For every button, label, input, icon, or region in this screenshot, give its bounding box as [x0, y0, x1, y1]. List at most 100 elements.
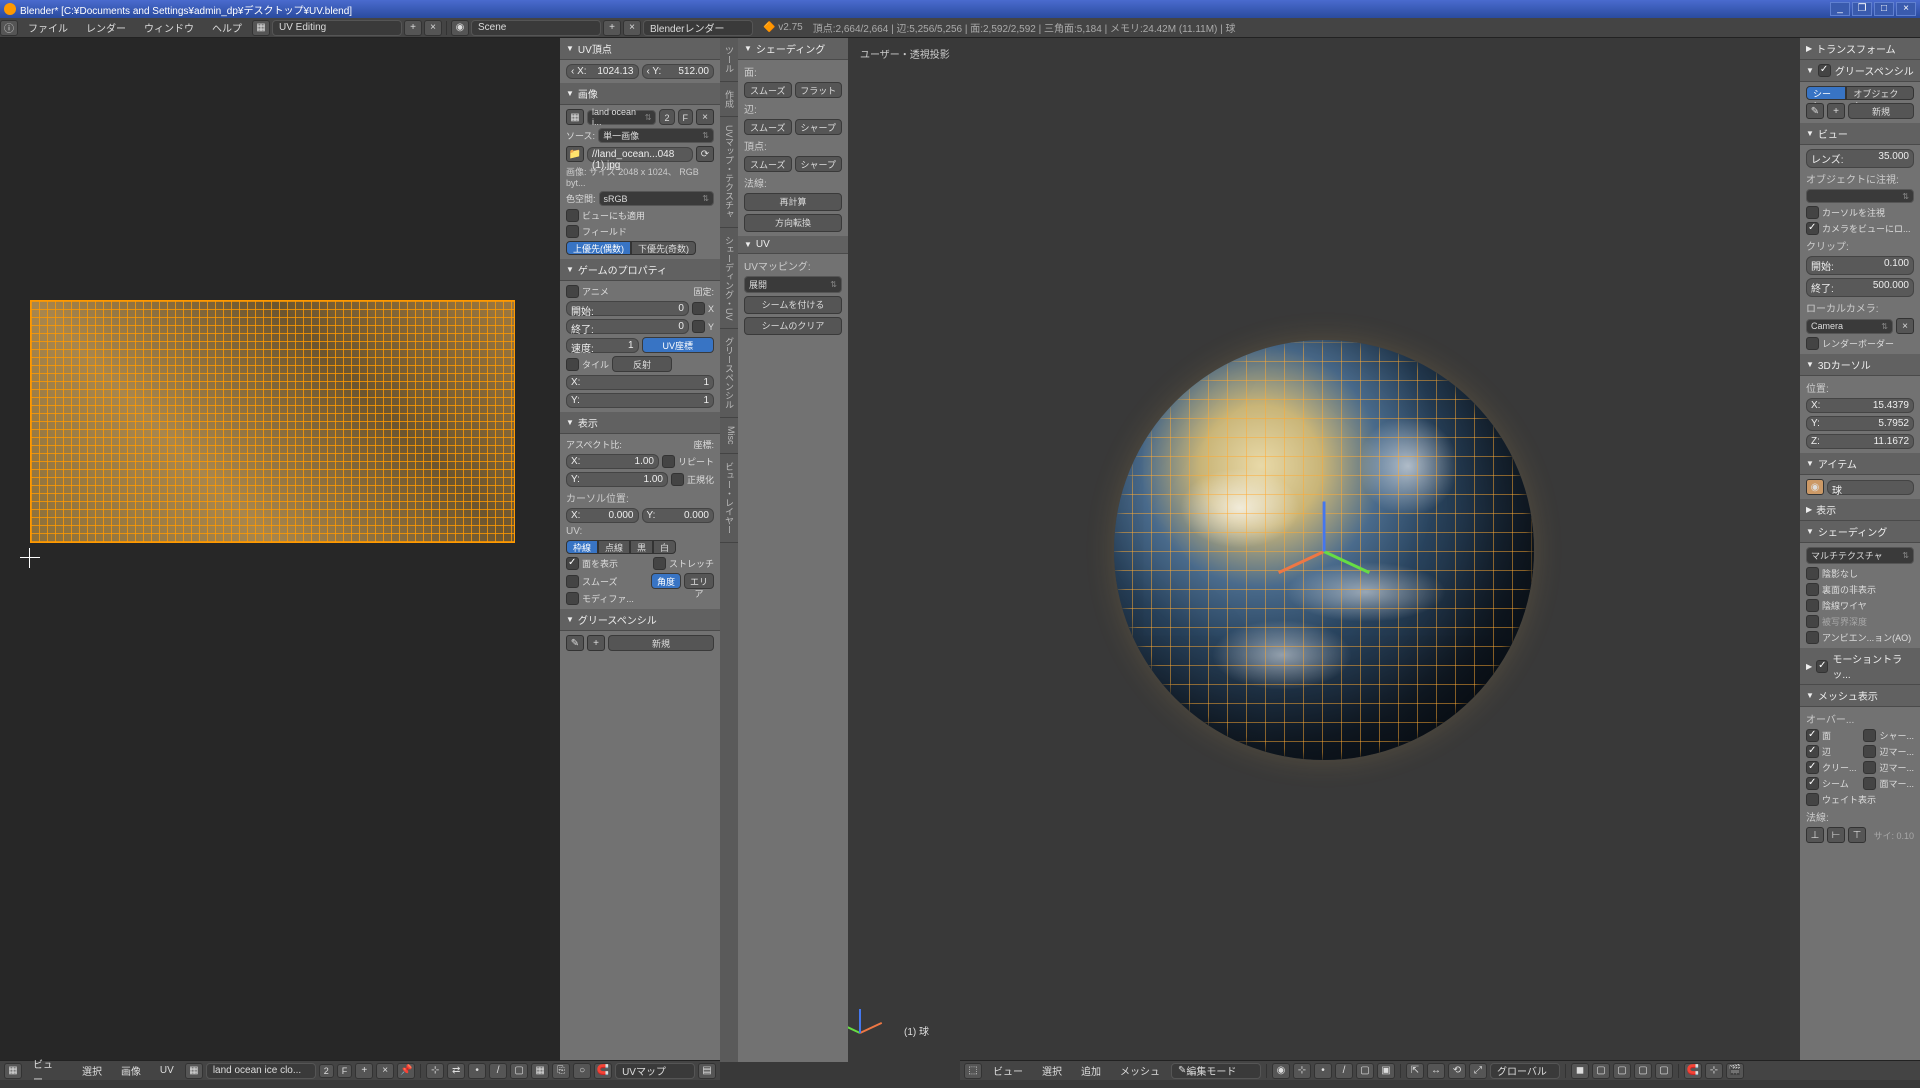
aspect-y[interactable]: Y:1.00 — [566, 472, 668, 487]
editor-type-icon[interactable]: ⓘ — [0, 20, 18, 36]
gp-add-icon[interactable]: + — [587, 635, 605, 651]
layer1-icon[interactable]: ◼ — [1571, 1063, 1589, 1079]
unwrap-dropdown[interactable]: 展開 — [744, 276, 842, 293]
render-engine-dropdown[interactable]: Blenderレンダー — [643, 20, 753, 36]
filepath-browse-icon[interactable]: 📁 — [566, 146, 584, 162]
gp-new-button-r[interactable]: 新規 — [1848, 103, 1914, 119]
edge-smooth-button[interactable]: スムーズ — [744, 119, 792, 135]
tile-check[interactable] — [566, 358, 579, 371]
uv-coord-button[interactable]: UV座標 — [642, 337, 715, 353]
gp-add-icon-r[interactable]: + — [1827, 103, 1845, 119]
uv-menu-uvs[interactable]: UV — [152, 1063, 182, 1078]
edge-sharp-button[interactable]: シャープ — [795, 119, 843, 135]
uv-outline-button[interactable]: 枠線 — [566, 540, 598, 554]
pivot-point-icon[interactable]: ⊹ — [1293, 1063, 1311, 1079]
item-name-field[interactable]: 球 — [1827, 480, 1914, 495]
clear-seam-button[interactable]: シームのクリア — [744, 317, 842, 335]
face-mode-icon[interactable]: ▢ — [1356, 1063, 1374, 1079]
3d-editor-type-icon[interactable]: ⬚ — [964, 1063, 982, 1079]
backface-check[interactable] — [1806, 583, 1819, 596]
recalc-normals-button[interactable]: 再計算 — [744, 193, 842, 211]
view-header[interactable]: ビュー — [1800, 123, 1920, 145]
render-icon[interactable]: 🎬 — [1726, 1063, 1744, 1079]
shading-mode-dropdown[interactable]: マルチテクスチャ — [1806, 547, 1914, 564]
gp-browse-icon-r[interactable]: ✎ — [1806, 103, 1824, 119]
view-as-render-check[interactable] — [566, 209, 579, 222]
uv-white-button[interactable]: 白 — [653, 540, 676, 554]
shading-header-r[interactable]: シェーディング — [1800, 521, 1920, 543]
hidden-wire-check[interactable] — [1806, 599, 1819, 612]
camera-clear-icon[interactable]: × — [1896, 318, 1914, 334]
uv-vertex-y[interactable]: ‹ Y:512.00 — [642, 64, 715, 79]
layer5-icon[interactable]: ▢ — [1655, 1063, 1673, 1079]
snap-uv-icon[interactable]: 🧲 — [594, 1063, 612, 1079]
motion-header[interactable]: モーショントラッ... — [1800, 648, 1920, 685]
tab-shading[interactable]: シェーディング・UV — [720, 228, 738, 330]
image-panel-header[interactable]: 画像 — [560, 83, 720, 105]
stretch-check[interactable] — [653, 557, 666, 570]
scale-icon[interactable]: ⤢ — [1469, 1063, 1487, 1079]
clip-start[interactable]: 開始:0.100 — [1806, 256, 1914, 275]
area-button[interactable]: エリア — [684, 573, 714, 589]
vert-sharp-button[interactable]: シャープ — [795, 156, 843, 172]
pivot-icon[interactable]: ⊹ — [426, 1063, 444, 1079]
layer3-icon[interactable]: ▢ — [1613, 1063, 1631, 1079]
aspect-x[interactable]: X:1.00 — [566, 454, 659, 469]
display-header-r[interactable]: 表示 — [1800, 499, 1920, 521]
image-unlink-footer-icon[interactable]: × — [376, 1063, 394, 1079]
repeat-check[interactable] — [662, 455, 675, 468]
layout-del-icon[interactable]: × — [424, 20, 442, 36]
uv-menu-select[interactable]: 選択 — [74, 1061, 110, 1080]
restore-button[interactable]: ❐ — [1852, 2, 1872, 16]
mode-dropdown[interactable]: ✎ 編集モード — [1171, 1063, 1261, 1079]
uv-editor-type-icon[interactable]: ▦ — [4, 1063, 22, 1079]
image-users-footer[interactable]: 2 — [319, 1064, 334, 1078]
motion-check[interactable] — [1816, 660, 1828, 673]
tile-y[interactable]: Y:1 — [566, 393, 714, 408]
clamp-x-check[interactable] — [692, 302, 705, 315]
scene-del-icon[interactable]: × — [623, 20, 641, 36]
lock-object-dropdown[interactable] — [1806, 189, 1914, 203]
cursor3d-z[interactable]: Z:11.1672 — [1806, 434, 1914, 449]
image-name-field[interactable]: land ocean i... — [587, 110, 656, 125]
tab-misc[interactable]: Misc — [720, 418, 738, 454]
angle-button[interactable]: 角度 — [651, 573, 681, 589]
uvmap-dropdown[interactable]: UVマップ — [615, 1063, 695, 1079]
prop-edit-icon[interactable]: ○ — [573, 1063, 591, 1079]
normal-loop-icon[interactable]: ⊢ — [1827, 827, 1845, 843]
edgemark-overlay-check[interactable] — [1863, 761, 1876, 774]
island-select-icon[interactable]: ▦ — [531, 1063, 549, 1079]
sharp-overlay-check[interactable] — [1863, 729, 1876, 742]
transform-header[interactable]: トランスフォーム — [1800, 38, 1920, 60]
image-fake-footer[interactable]: F — [337, 1064, 353, 1078]
tab-layers[interactable]: ビュー・レイヤー — [720, 454, 738, 543]
cursor-x[interactable]: X:0.000 — [566, 508, 639, 523]
clamp-y-check[interactable] — [692, 320, 705, 333]
display-panel-header[interactable]: 表示 — [560, 412, 720, 434]
snap-type-icon[interactable]: ⊹ — [1705, 1063, 1723, 1079]
3d-menu-view[interactable]: ビュー — [985, 1061, 1031, 1080]
colorspace-dropdown[interactable]: sRGB — [599, 191, 714, 206]
gp-header-right[interactable]: グリースペンシル — [1800, 60, 1920, 82]
lock-cursor-check[interactable] — [1806, 206, 1819, 219]
image-name-footer[interactable]: land ocean ice clo... — [206, 1063, 316, 1079]
anim-speed[interactable]: 速度:1 — [566, 338, 639, 353]
mark-seam-button[interactable]: シームを付ける — [744, 296, 842, 314]
image-browse-footer-icon[interactable]: ▦ — [185, 1063, 203, 1079]
screen-layout-dropdown[interactable]: UV Editing — [272, 20, 402, 36]
cursor3d-y[interactable]: Y:5.7952 — [1806, 416, 1914, 431]
shadeless-check[interactable] — [1806, 567, 1819, 580]
translate-icon[interactable]: ↔ — [1427, 1063, 1445, 1079]
snap-icon[interactable]: 🧲 — [1684, 1063, 1702, 1079]
layer2-icon[interactable]: ▢ — [1592, 1063, 1610, 1079]
face-select-icon[interactable]: ▢ — [510, 1063, 528, 1079]
dof-check[interactable] — [1806, 615, 1819, 628]
3d-canvas[interactable]: ユーザー・透視投影 (1) 球 — [848, 38, 1800, 1062]
faces-overlay-check[interactable] — [1806, 729, 1819, 742]
minimize-button[interactable]: _ — [1830, 2, 1850, 16]
flip-normals-button[interactable]: 方向転換 — [744, 214, 842, 232]
menu-window[interactable]: ウィンドウ — [136, 18, 202, 37]
gp-object-button[interactable]: オブジェクト — [1846, 86, 1914, 100]
scene-dropdown[interactable]: Scene — [471, 20, 601, 36]
normalize-check[interactable] — [671, 473, 684, 486]
